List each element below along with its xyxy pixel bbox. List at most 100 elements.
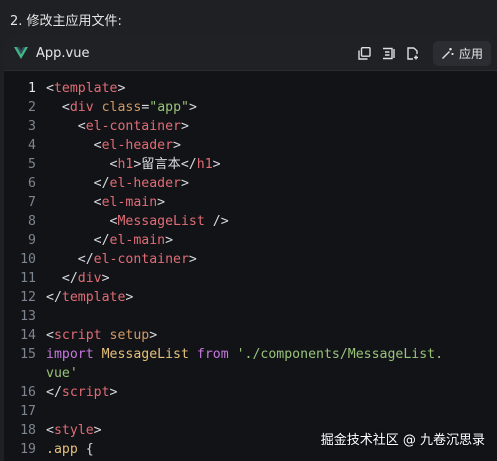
code-token: {: [77, 442, 94, 457]
watermark: 掘金技术社区 @ 九卷沉思录: [320, 433, 485, 448]
line-number: 19: [20, 442, 36, 457]
code-token: </: [46, 271, 78, 286]
code-token: div: [69, 100, 94, 115]
code-token: h1: [196, 157, 213, 172]
code-token: </: [46, 290, 62, 305]
line-number: 11: [20, 271, 36, 286]
code-token: from: [196, 347, 229, 362]
code-token: />: [204, 214, 229, 229]
code-token: template: [61, 290, 126, 305]
code-token: >: [173, 138, 181, 153]
line-number: 1: [28, 81, 36, 96]
code-line: vue': [4, 364, 497, 383]
code-token: script: [61, 385, 110, 400]
vue-logo-icon: [14, 46, 28, 60]
line-source: <el-container>: [46, 117, 189, 136]
line-number: 6: [28, 176, 36, 191]
line-source: <h1>留言本</h1>: [46, 155, 221, 174]
file-name: App.vue: [36, 45, 90, 61]
code-content: 1 <template> 2 <div class="app"> 3 <el-cont…: [4, 79, 497, 459]
line-source: <style>: [46, 421, 102, 440]
code-token: >: [188, 100, 197, 115]
apply-label: 应用: [458, 46, 483, 61]
code-token: >: [212, 157, 221, 172]
line-source: </el-container>: [46, 250, 197, 269]
line-number: 16: [20, 385, 36, 400]
code-line: 5 <h1>留言本</h1>: [4, 155, 497, 174]
code-token: </: [46, 252, 94, 267]
line-number: 15: [20, 347, 36, 362]
step-title: 2. 修改主应用文件:: [10, 14, 122, 29]
apply-button[interactable]: 应用: [432, 40, 491, 66]
code-token: >: [149, 328, 158, 343]
code-token: MessageList: [101, 347, 189, 362]
code-token: <: [46, 100, 70, 115]
code-token: </: [46, 176, 110, 191]
code-line: 6 </el-header>: [4, 174, 497, 193]
code-line: 11 </div>: [4, 269, 497, 288]
line-source: </el-header>: [46, 174, 189, 193]
insert-icon[interactable]: [381, 45, 397, 61]
code-token: './components/MessageList.: [236, 347, 444, 362]
code-token: el-header: [109, 176, 181, 191]
code-token: style: [53, 423, 94, 438]
code-token: >: [125, 290, 134, 305]
code-token: script: [53, 328, 102, 343]
line-number: 3: [28, 119, 36, 134]
line-source: <el-header>: [46, 136, 181, 155]
code-token: <: [46, 195, 102, 210]
code-token: >: [188, 252, 197, 267]
code-token: <: [46, 328, 54, 343]
line-source: vue': [46, 364, 78, 383]
code-token: </: [46, 385, 62, 400]
line-number: 13: [20, 309, 36, 324]
code-token: >: [117, 81, 126, 96]
code-line: 15 import MessageList from './components/…: [4, 345, 497, 364]
code-line: 10 </el-container>: [4, 250, 497, 269]
copy-icon[interactable]: [357, 45, 373, 61]
code-token: MessageList: [117, 214, 205, 229]
line-source: .app {: [46, 440, 94, 459]
code-token: >: [109, 385, 118, 400]
code-line: 17: [4, 402, 497, 421]
code-token: <: [46, 423, 54, 438]
code-token: el-container: [85, 119, 181, 134]
code-block-header: App.vue 应用: [4, 36, 497, 71]
line-number: 7: [28, 195, 36, 210]
code-token: >: [165, 233, 174, 248]
line-source: <MessageList />: [46, 212, 229, 231]
code-token: <: [46, 138, 102, 153]
code-token: >: [157, 195, 166, 210]
line-number: 10: [20, 252, 36, 267]
new-file-icon[interactable]: [405, 45, 421, 61]
code-line: 8 <MessageList />: [4, 212, 497, 231]
code-line: 16 </script>: [4, 383, 497, 402]
line-number: [4, 364, 36, 383]
code-line: 4 <el-header>: [4, 136, 497, 155]
code-line: 1 <template>: [4, 79, 497, 98]
code-token: >: [101, 271, 110, 286]
line-number: 2: [28, 100, 36, 115]
code-token: el-header: [101, 138, 174, 153]
line-number: 12: [20, 290, 36, 305]
code-token: <: [46, 81, 54, 96]
code-line: 13: [4, 307, 497, 326]
line-source: <el-main>: [46, 193, 165, 212]
code-token: el-main: [109, 233, 166, 248]
line-number: 14: [20, 328, 36, 343]
code-line: 7 <el-main>: [4, 193, 497, 212]
line-number: 9: [28, 233, 36, 248]
line-number: 5: [28, 157, 36, 172]
magic-wand-icon: [441, 47, 454, 60]
line-source: <template>: [46, 79, 125, 98]
code-token: >: [180, 119, 189, 134]
code-line: 9 </el-main>: [4, 231, 497, 250]
code-block: App.vue 应用 1 <template> 2 <div class="ap…: [4, 36, 497, 461]
line-number: 8: [28, 214, 36, 229]
code-token: import: [46, 347, 94, 362]
